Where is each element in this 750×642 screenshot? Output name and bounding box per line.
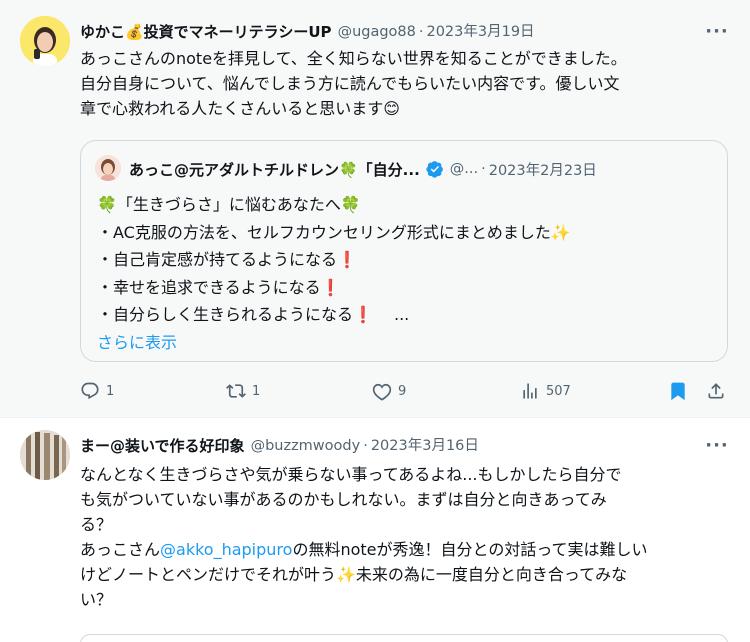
views-icon <box>523 383 537 399</box>
quoted-text-line: ・自分らしく生きられるようになる❗ ... <box>97 305 410 324</box>
like-count: 9 <box>398 383 407 399</box>
tweet-text: あっこさんのnoteを拝見して、全く知らない世界を知ることができました。 自分自… <box>80 46 728 121</box>
quoted-tweet[interactable]: あっこ@元アダルトチルドレン🍀「自分... @... · 2023年2月23日 … <box>80 140 728 362</box>
tweet-header: ゆかこ💰投資でマネーリテラシーUP @ugago88 · 2023年3月19日 … <box>80 20 730 44</box>
share-button[interactable] <box>706 378 732 404</box>
share-icon <box>708 383 724 399</box>
quoted-text-line: ・AC克服の方法を、セルフカウンセリング形式にまとめました✨ <box>97 222 571 242</box>
tweet-actions: 1 1 9 507 <box>80 378 730 404</box>
view-count: 507 <box>546 383 571 399</box>
separator-dot: · <box>363 438 368 454</box>
retweet-icon <box>226 384 246 398</box>
quoted-header: あっこ@元アダルトチルドレン🍀「自分... @... · 2023年2月23日 <box>129 157 713 181</box>
tweet-date[interactable]: 2023年3月16日 <box>371 434 479 458</box>
like-icon <box>372 383 392 401</box>
more-icon[interactable]: ··· <box>704 20 730 44</box>
verified-badge-icon <box>426 161 443 178</box>
like-button[interactable]: 9 <box>372 378 406 404</box>
avatar[interactable] <box>20 430 70 480</box>
quoted-text-line: 🍀「生きづらさ」に悩むあなたへ🍀 <box>97 195 361 214</box>
display-name[interactable]: まー@装いで作る好印象 <box>80 434 245 458</box>
quoted-tweet-partial[interactable] <box>80 634 728 642</box>
bookmark-button[interactable] <box>668 378 694 404</box>
more-icon[interactable]: ··· <box>704 434 730 458</box>
tweet-text-line: も気がついていない事があるのかもしれない。まずは自分と向きあってみ <box>80 490 607 509</box>
tweet-text-line: あっこさん@akko_hapipuroの無料noteが秀逸！自分との対話って実は… <box>80 537 728 562</box>
text-segment: の無料noteが秀逸！自分との対話って実は難しい <box>292 540 648 559</box>
quoted-display-name: あっこ@元アダルトチルドレン🍀「自分... <box>129 160 420 179</box>
reply-icon <box>81 382 99 400</box>
quoted-text-line: ・自己肯定感が持てるようになる❗ <box>97 250 357 269</box>
tweet-text-line: けどノートとペンだけでそれが叶う✨未来の為に一度自分と向き合ってみな <box>80 565 628 584</box>
tweet-text-line: なんとなく生きづらさや気が乗らない事ってあるよね...もしかしたら自分で <box>80 465 622 484</box>
tweet-text-line: 自分自身について、悩んでしまう方に読んでもらいたい内容です。優しい文 <box>80 74 620 93</box>
tweet-text-line: る？ <box>80 515 113 534</box>
separator-dot: · <box>481 161 486 177</box>
quoted-date: 2023年2月23日 <box>488 162 597 179</box>
tweet[interactable]: ゆかこ💰投資でマネーリテラシーUP @ugago88 · 2023年3月19日 … <box>0 0 750 418</box>
quoted-handle: @... <box>449 161 479 177</box>
quoted-avatar <box>95 155 121 181</box>
show-more-link[interactable]: さらに表示 <box>97 329 713 357</box>
tweet[interactable]: まー@装いで作る好印象 @buzzmwoody · 2023年3月16日 ···… <box>0 418 750 642</box>
reply-button[interactable]: 1 <box>80 378 114 404</box>
quoted-text-line: ・幸せを追求できるようになる❗ <box>97 277 341 297</box>
separator-dot: · <box>418 24 424 40</box>
retweet-count: 1 <box>252 383 261 399</box>
views-button[interactable]: 507 <box>520 378 571 404</box>
bookmark-icon <box>671 382 685 401</box>
user-handle[interactable]: @buzzmwoody <box>251 434 361 458</box>
avatar[interactable] <box>20 16 70 66</box>
reply-count: 1 <box>106 383 115 399</box>
text-segment: あっこさん <box>80 540 161 559</box>
retweet-button[interactable]: 1 <box>226 378 260 404</box>
tweet-date[interactable]: 2023年3月19日 <box>426 20 534 44</box>
tweet-text: なんとなく生きづらさや気が乗らない事ってあるよね...もしかしたら自分で も気が… <box>80 462 728 612</box>
tweet-text-line: い？ <box>80 590 113 609</box>
quoted-text: 🍀「生きづらさ」に悩むあなたへ🍀 ・AC克服の方法を、セルフカウンセリング形式に… <box>97 191 713 356</box>
display-name[interactable]: ゆかこ💰投資でマネーリテラシーUP <box>80 20 332 44</box>
mention-link[interactable]: @akko_hapipuro <box>160 540 292 559</box>
tweet-text-line: あっこさんのnoteを拝見して、全く知らない世界を知ることができました。 <box>80 49 627 68</box>
user-handle[interactable]: @ugago88 <box>338 20 416 44</box>
tweet-header: まー@装いで作る好印象 @buzzmwoody · 2023年3月16日 ··· <box>80 434 730 458</box>
tweet-text-line: 章で心救われる人たくさんいると思います😊 <box>80 99 400 118</box>
